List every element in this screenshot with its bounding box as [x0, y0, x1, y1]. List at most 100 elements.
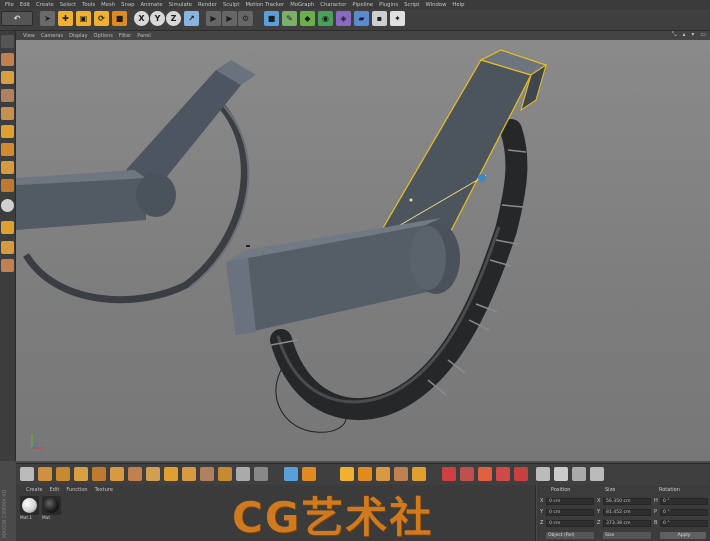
menu-edit[interactable]: Edit: [17, 2, 33, 8]
position-z-field[interactable]: 0 cm: [546, 520, 594, 527]
bottom-tool-28[interactable]: [554, 467, 568, 481]
bottom-tool-24[interactable]: [478, 467, 492, 481]
key-button[interactable]: [20, 467, 34, 481]
bottom-tool-2[interactable]: [38, 467, 52, 481]
bottom-tool-18[interactable]: [358, 467, 372, 481]
spline-pen-button[interactable]: ✎: [282, 11, 297, 26]
lock-workplane-button[interactable]: [1, 241, 14, 254]
material-menu-function[interactable]: Function: [66, 487, 94, 493]
cube-object-button[interactable]: ■: [264, 11, 279, 26]
bottom-tool-23[interactable]: [460, 467, 474, 481]
scene-button[interactable]: ▰: [354, 11, 369, 26]
bottom-tool-3[interactable]: [56, 467, 70, 481]
bottom-tool-15[interactable]: [284, 467, 298, 481]
size-x-field[interactable]: 56.350 cm: [603, 498, 651, 505]
bottom-tool-20[interactable]: [394, 467, 408, 481]
gizmo-handle[interactable]: [478, 174, 486, 182]
undo-button[interactable]: ↶: [1, 11, 33, 26]
material-menu-texture[interactable]: Texture: [95, 487, 120, 493]
bottom-tool-22[interactable]: [442, 467, 456, 481]
bottom-tool-29[interactable]: [572, 467, 586, 481]
camera-button[interactable]: ▪: [372, 11, 387, 26]
material-swatch-1[interactable]: [20, 496, 39, 515]
viewport-nav-icons[interactable]: ⤡ ▴ ▾ ▭: [672, 31, 708, 39]
snap-button[interactable]: [1, 199, 14, 212]
planar-workplane-button[interactable]: [1, 259, 14, 272]
bottom-tool-9[interactable]: [164, 467, 178, 481]
bottom-tool-21[interactable]: [412, 467, 426, 481]
position-x-field[interactable]: 0 cm: [546, 498, 594, 505]
subdivision-button[interactable]: ◆: [300, 11, 315, 26]
position-y-field[interactable]: 0 cm: [546, 509, 594, 516]
menu-character[interactable]: Character: [317, 2, 349, 8]
points-mode-button[interactable]: [1, 107, 14, 120]
viewport-menu-cameras[interactable]: Cameras: [38, 33, 66, 39]
material-swatch-2[interactable]: [42, 496, 61, 515]
recent-tool-button[interactable]: ■: [112, 11, 127, 26]
3d-viewport[interactable]: [16, 40, 710, 461]
bottom-tool-16[interactable]: [302, 467, 316, 481]
bottom-tool-13[interactable]: [236, 467, 250, 481]
bottom-tool-14[interactable]: [254, 467, 268, 481]
menu-create[interactable]: Create: [33, 2, 57, 8]
viewport-menu-display[interactable]: Display: [66, 33, 90, 39]
render-settings-button[interactable]: ⚙: [238, 11, 253, 26]
axis-mode-button[interactable]: [1, 161, 14, 174]
workplane-button[interactable]: [1, 89, 14, 102]
bottom-tool-30[interactable]: [590, 467, 604, 481]
bottom-tool-10[interactable]: [182, 467, 196, 481]
model-mode-button[interactable]: [1, 53, 14, 66]
menu-pipeline[interactable]: Pipeline: [349, 2, 376, 8]
rotate-button[interactable]: ⟳: [94, 11, 109, 26]
bottom-tool-6[interactable]: [110, 467, 124, 481]
texture-mode-button[interactable]: [1, 71, 14, 84]
y-axis-button[interactable]: Y: [150, 11, 165, 26]
menu-file[interactable]: File: [2, 2, 17, 8]
bottom-tool-8[interactable]: [146, 467, 160, 481]
viewport-menu-options[interactable]: Options: [91, 33, 116, 39]
bottom-tool-25[interactable]: [496, 467, 510, 481]
bottom-tool-26[interactable]: [514, 467, 528, 481]
bottom-tool-19[interactable]: [376, 467, 390, 481]
material-menu-create[interactable]: Create: [26, 487, 50, 493]
coordinate-mode-select[interactable]: Object (Rel): [546, 532, 594, 539]
bottom-tool-11[interactable]: [200, 467, 214, 481]
viewport-menu-panel[interactable]: Panel: [134, 33, 154, 39]
render-view-button[interactable]: ▶: [206, 11, 221, 26]
viewport-menu-filter[interactable]: Filter: [116, 33, 134, 39]
menu-animate[interactable]: Animate: [137, 2, 165, 8]
menu-window[interactable]: Window: [423, 2, 450, 8]
rotation-h-field[interactable]: 0 °: [660, 498, 708, 505]
viewport-menu-view[interactable]: View: [20, 33, 38, 39]
bottom-tool-7[interactable]: [128, 467, 142, 481]
material-menu-edit[interactable]: Edit: [50, 487, 67, 493]
live-select-button[interactable]: ➤: [40, 11, 55, 26]
menu-plugins[interactable]: Plugins: [376, 2, 401, 8]
menu-simulate[interactable]: Simulate: [166, 2, 195, 8]
scale-button[interactable]: ▣: [76, 11, 91, 26]
size-z-field[interactable]: 373.38 cm: [603, 520, 651, 527]
make-editable-button[interactable]: [1, 35, 14, 48]
bottom-tool-12[interactable]: [218, 467, 232, 481]
menu-select[interactable]: Select: [57, 2, 79, 8]
size-mode-select[interactable]: Size: [603, 532, 651, 539]
menu-tools[interactable]: Tools: [79, 2, 98, 8]
menu-help[interactable]: Help: [449, 2, 467, 8]
deformer-button[interactable]: ◈: [336, 11, 351, 26]
tweak-mode-button[interactable]: [1, 179, 14, 192]
light-button[interactable]: ✦: [390, 11, 405, 26]
apply-button[interactable]: Apply: [660, 532, 706, 539]
edges-mode-button[interactable]: [1, 125, 14, 138]
menu-sculpt[interactable]: Sculpt: [220, 2, 243, 8]
bottom-tool-17[interactable]: [340, 467, 354, 481]
menu-render[interactable]: Render: [195, 2, 220, 8]
move-button[interactable]: ✚: [58, 11, 73, 26]
bottom-tool-27[interactable]: [536, 467, 550, 481]
x-axis-button[interactable]: X: [134, 11, 149, 26]
menu-mograph[interactable]: MoGraph: [287, 2, 317, 8]
coordinate-system-button[interactable]: ↗: [184, 11, 199, 26]
bottom-tool-5[interactable]: [92, 467, 106, 481]
bottom-tool-4[interactable]: [74, 467, 88, 481]
symmetry-button[interactable]: [1, 221, 14, 234]
menu-mesh[interactable]: Mesh: [98, 2, 118, 8]
